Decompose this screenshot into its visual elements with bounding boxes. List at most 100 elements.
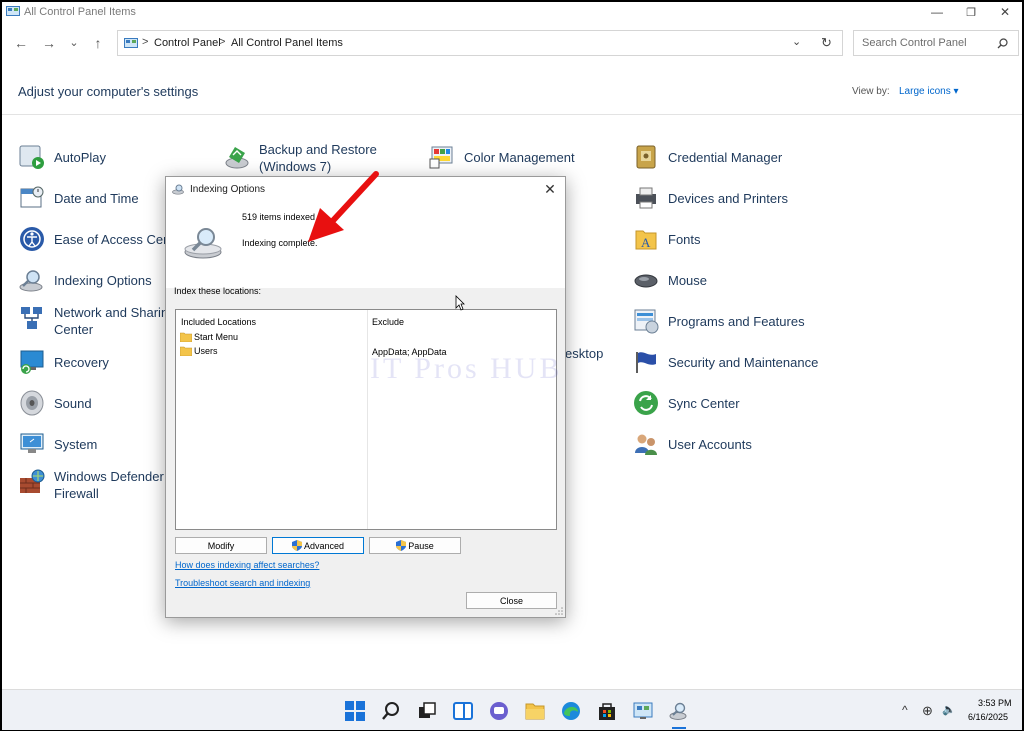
sync-icon <box>634 391 658 415</box>
advanced-button[interactable]: Advanced <box>272 537 364 554</box>
ease-of-access-icon <box>20 227 44 251</box>
control-panel-icon <box>124 38 138 48</box>
refresh-button[interactable]: ↻ <box>821 35 832 51</box>
folder-icon <box>180 332 192 342</box>
breadcrumb-control-panel[interactable]: Control Panel <box>154 37 221 49</box>
clock-date[interactable]: 6/16/2025 <box>968 712 1008 722</box>
indexing-options-icon <box>19 270 43 292</box>
speaker-icon <box>20 390 44 416</box>
show-hidden-icons-button[interactable]: ^ <box>902 703 908 717</box>
view-by-label: View by: <box>852 86 890 97</box>
resize-grip-icon[interactable] <box>555 607 563 615</box>
location-name: Start Menu <box>194 332 239 342</box>
column-divider <box>367 310 368 529</box>
item-sound[interactable]: Sound <box>18 389 92 417</box>
taskbar: ^ ⊕ 🔈 3:53 PM 6/16/2025 <box>2 689 1022 730</box>
mouse-icon <box>634 274 658 288</box>
item-programs-and-features[interactable]: Programs and Features <box>632 307 805 335</box>
modify-button[interactable]: Modify <box>175 537 267 554</box>
clock-time[interactable]: 3:53 PM <box>978 698 1012 708</box>
item-system[interactable]: System <box>18 430 97 458</box>
item-windows-defender-firewall[interactable]: Windows Defender Firewall <box>18 468 164 502</box>
address-bar[interactable]: > Control Panel > All Control Panel Item… <box>117 30 843 56</box>
backup-restore-icon <box>225 147 249 169</box>
search-input[interactable] <box>860 36 994 50</box>
minimize-button[interactable]: — <box>920 2 954 22</box>
recent-locations-button[interactable]: ⌄ <box>65 34 83 52</box>
credential-manager-icon <box>636 145 656 169</box>
item-ease-of-access[interactable]: Ease of Access Cent <box>18 225 174 253</box>
item-devices-and-printers[interactable]: Devices and Printers <box>632 184 788 212</box>
start-windows-icon[interactable] <box>344 700 366 722</box>
item-user-accounts[interactable]: User Accounts <box>632 430 752 458</box>
folder-icon <box>180 346 192 356</box>
item-security-and-maintenance[interactable]: Security and Maintenance <box>632 348 818 376</box>
view-by-dropdown[interactable]: Large icons ▾ <box>899 86 959 97</box>
file-explorer-icon[interactable] <box>524 700 546 722</box>
divider <box>2 114 1022 115</box>
search-icon <box>997 38 1008 49</box>
programs-features-icon <box>634 309 659 334</box>
indexing-options-icon[interactable] <box>668 700 690 722</box>
network-icon <box>21 307 42 329</box>
breadcrumb-all-items[interactable]: All Control Panel Items <box>231 37 343 49</box>
indexing-options-icon <box>172 184 184 195</box>
table-row[interactable]: Start Menu <box>180 332 238 342</box>
watermark: IT Pros HUB <box>370 352 563 385</box>
task-view-icon[interactable] <box>416 700 438 722</box>
svg-text:A: A <box>641 235 651 250</box>
close-dialog-button[interactable]: Close <box>466 592 557 609</box>
item-recovery[interactable]: Recovery <box>18 348 109 376</box>
widgets-icon[interactable] <box>452 700 474 722</box>
dialog-title: Indexing Options <box>190 184 266 195</box>
item-date-and-time[interactable]: Date and Time <box>18 184 139 212</box>
active-app-indicator <box>672 727 686 729</box>
language-globe-icon[interactable]: ⊕ <box>922 703 933 719</box>
user-accounts-icon <box>635 434 657 455</box>
how-indexing-affects-link[interactable]: How does indexing affect searches? <box>175 560 319 570</box>
address-dropdown-button[interactable]: ⌄ <box>792 35 801 48</box>
teams-chat-icon[interactable] <box>488 700 510 722</box>
close-button[interactable]: ✕ <box>988 2 1022 22</box>
volume-icon[interactable]: 🔈 <box>942 703 956 716</box>
page-heading: Adjust your computer's settings <box>18 84 199 99</box>
fonts-folder-icon: A <box>635 230 657 250</box>
search-box[interactable] <box>853 30 1019 56</box>
location-name: Users <box>194 346 218 356</box>
mouse-cursor-icon <box>455 295 465 311</box>
dialog-close-button[interactable]: ✕ <box>539 180 561 198</box>
uac-shield-icon <box>291 540 302 551</box>
maximize-button[interactable]: ❐ <box>954 2 988 22</box>
back-button[interactable]: ← <box>12 34 30 52</box>
search-icon[interactable] <box>380 700 402 722</box>
item-autoplay[interactable]: AutoPlay <box>18 143 106 171</box>
store-icon[interactable] <box>596 700 618 722</box>
recovery-icon <box>20 350 44 374</box>
item-indexing-options[interactable]: Indexing Options <box>18 266 152 294</box>
column-header-exclude[interactable]: Exclude <box>372 317 404 327</box>
item-desktop-partial[interactable]: esktop <box>565 345 603 362</box>
troubleshoot-link[interactable]: Troubleshoot search and indexing <box>175 578 310 588</box>
breadcrumb-separator: > <box>219 36 226 48</box>
indexing-options-icon <box>184 228 222 259</box>
control-panel-icon[interactable] <box>632 700 654 722</box>
item-color-management[interactable]: Color Management <box>428 143 575 171</box>
window-title: All Control Panel Items <box>24 6 136 18</box>
pause-button[interactable]: Pause <box>369 537 461 554</box>
item-network-and-sharing[interactable]: Network and Sharin Center <box>18 304 168 338</box>
up-button[interactable]: ↑ <box>89 34 107 52</box>
item-mouse[interactable]: Mouse <box>632 266 707 294</box>
security-flag-icon <box>636 352 656 373</box>
forward-button[interactable]: → <box>40 34 58 52</box>
locations-table[interactable]: Included Locations Exclude Start Menu Us… <box>175 309 557 530</box>
item-sync-center[interactable]: Sync Center <box>632 389 740 417</box>
autoplay-icon <box>19 145 44 169</box>
item-credential-manager[interactable]: Credential Manager <box>632 143 782 171</box>
calendar-clock-icon <box>20 186 44 208</box>
item-fonts[interactable]: A Fonts <box>632 225 701 253</box>
column-header-included[interactable]: Included Locations <box>181 317 256 327</box>
breadcrumb-separator: > <box>142 36 149 48</box>
table-row[interactable]: Users <box>180 346 218 356</box>
printer-icon <box>636 187 656 209</box>
edge-browser-icon[interactable] <box>560 700 582 722</box>
